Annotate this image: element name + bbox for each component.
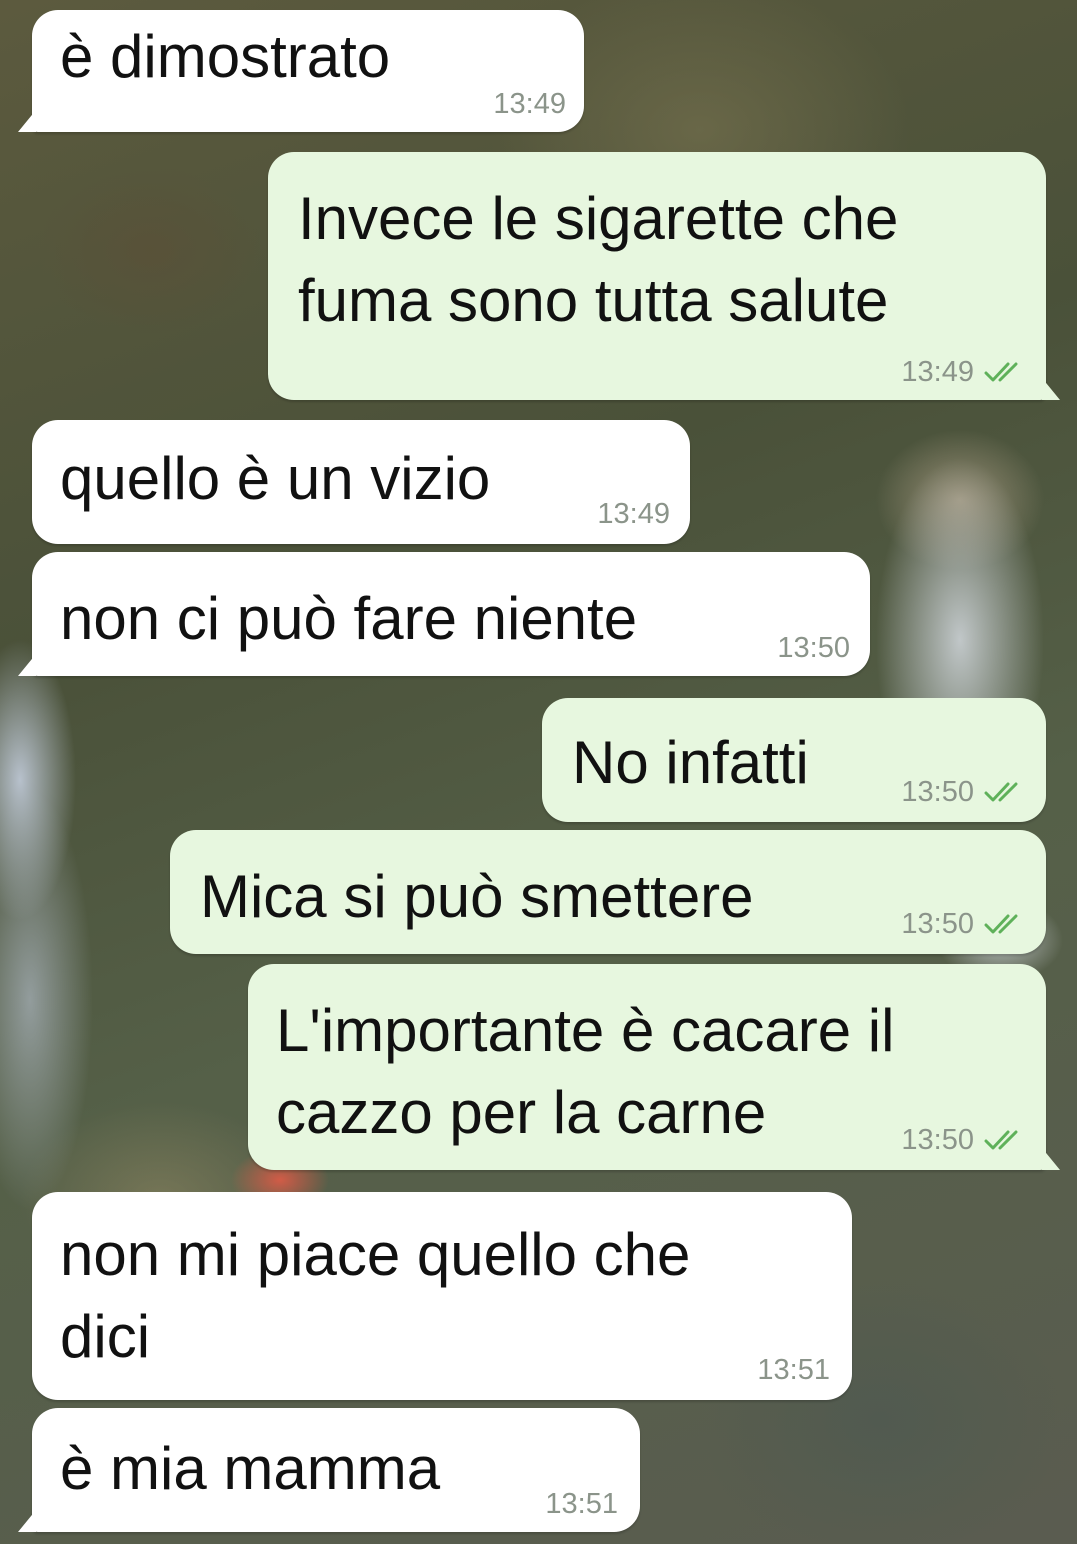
message-bubble-outgoing[interactable]: Mica si può smettere 13:50	[170, 830, 1046, 954]
message-timestamp: 13:49	[493, 88, 566, 120]
message-meta: 13:50	[901, 776, 1026, 808]
double-check-icon	[984, 782, 1018, 802]
message-text: Mica si può smettere	[200, 863, 754, 930]
message-bubble-outgoing[interactable]: L'importante è cacare il cazzo per la ca…	[248, 964, 1060, 1170]
message-meta: 13:51	[545, 1488, 618, 1520]
message-list[interactable]: è dimostrato 13:49 Invece le sigarette c…	[0, 0, 1077, 1544]
message-text: non mi piace quello che dici	[60, 1221, 691, 1370]
message-timestamp: 13:50	[777, 632, 850, 664]
message-bubble-incoming[interactable]: quello è un vizio 13:49	[32, 420, 690, 544]
message-bubble-incoming[interactable]: non mi piace quello che dici 13:51	[32, 1192, 852, 1400]
message-text: non ci può fare niente	[60, 585, 638, 652]
message-bubble-incoming[interactable]: non ci può fare niente 13:50	[18, 552, 870, 676]
message-text: è mia mamma	[60, 1435, 441, 1502]
double-check-icon	[984, 362, 1018, 382]
message-timestamp: 13:49	[597, 498, 670, 530]
message-meta: 13:51	[757, 1354, 830, 1386]
message-bubble-incoming[interactable]: è mia mamma 13:51	[18, 1408, 640, 1532]
message-text: Invece le sigarette che fuma sono tutta …	[298, 185, 899, 334]
message-meta: 13:50	[901, 1124, 1026, 1156]
message-timestamp: 13:51	[545, 1488, 618, 1520]
double-check-icon	[984, 1130, 1018, 1150]
message-meta: 13:49	[597, 498, 670, 530]
message-text: L'importante è cacare il cazzo per la ca…	[276, 997, 895, 1146]
message-timestamp: 13:50	[901, 1124, 974, 1156]
message-text: è dimostrato	[60, 23, 391, 90]
message-text: quello è un vizio	[60, 445, 491, 512]
message-meta: 13:49	[901, 356, 1026, 388]
message-bubble-incoming[interactable]: è dimostrato 13:49	[18, 10, 584, 132]
message-text: No infatti	[572, 729, 809, 796]
double-check-icon	[984, 914, 1018, 934]
message-timestamp: 13:50	[901, 908, 974, 940]
message-bubble-outgoing[interactable]: No infatti 13:50	[542, 698, 1046, 822]
message-timestamp: 13:51	[757, 1354, 830, 1386]
message-meta: 13:50	[777, 632, 850, 664]
message-timestamp: 13:50	[901, 776, 974, 808]
message-timestamp: 13:49	[901, 356, 974, 388]
message-meta: 13:50	[901, 908, 1026, 940]
message-meta: 13:49	[493, 88, 566, 120]
message-bubble-outgoing[interactable]: Invece le sigarette che fuma sono tutta …	[268, 152, 1060, 400]
